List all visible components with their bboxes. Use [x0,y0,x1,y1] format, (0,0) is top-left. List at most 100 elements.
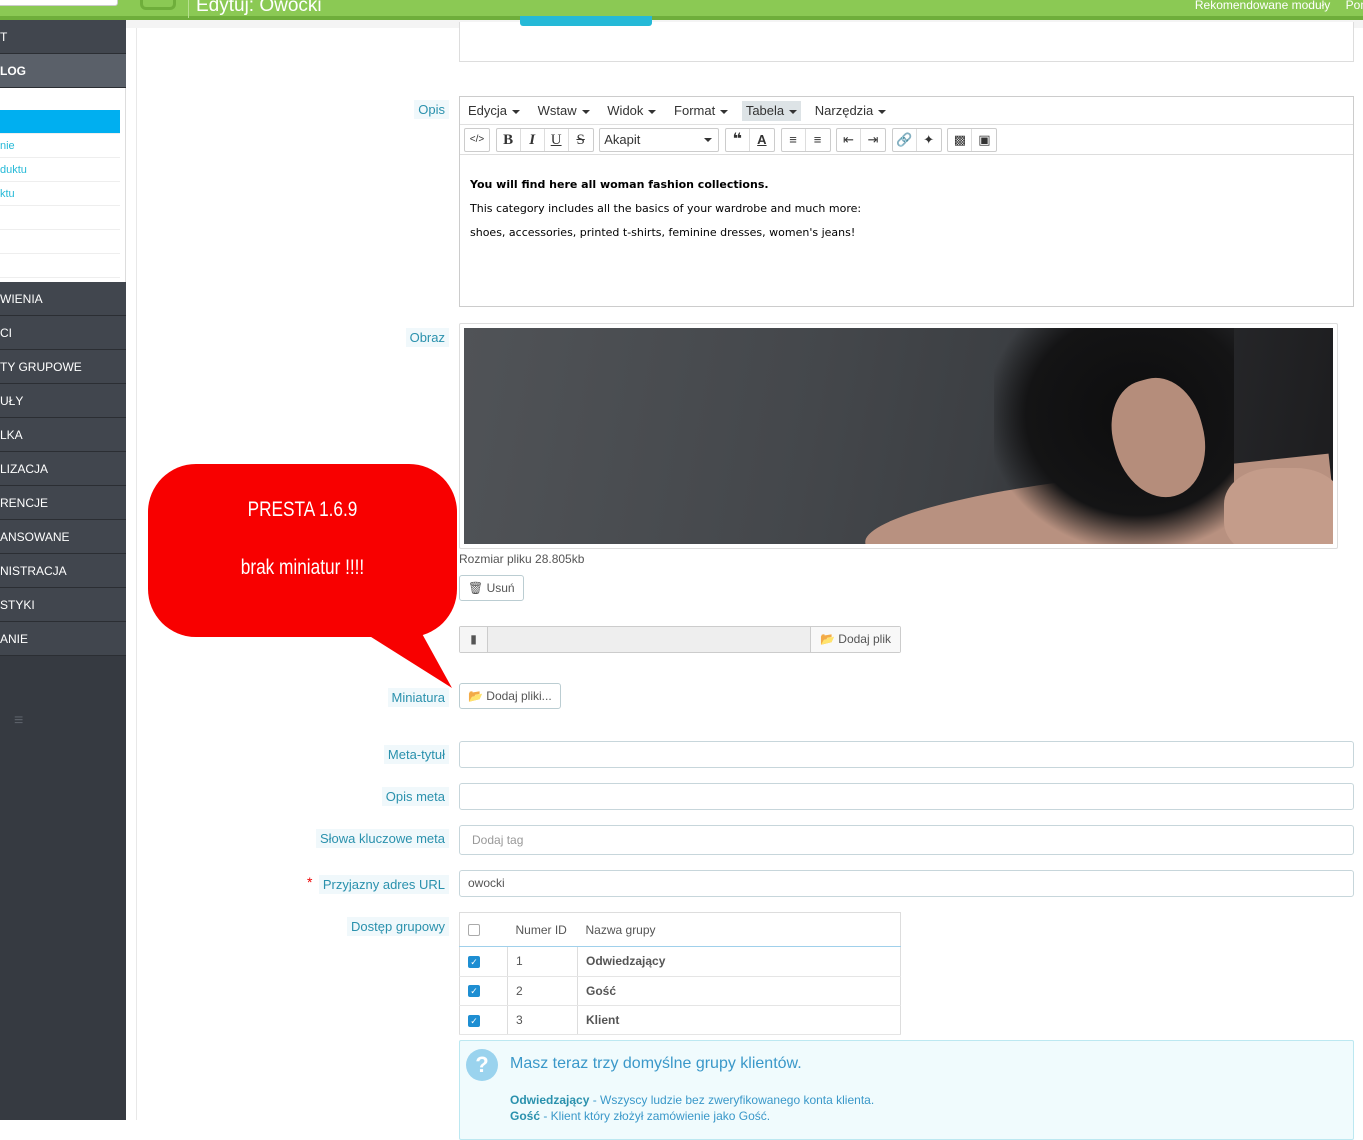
text-color-icon[interactable]: A [750,129,774,151]
info-line-2: Gość - Klient który złożył zamówienie ja… [510,1109,771,1123]
sidebar-item-localization[interactable]: LIZACJA [0,452,126,486]
caret-down-icon [581,109,590,114]
folder-open-icon: 📂 [468,689,483,703]
label-obraz: Obraz [405,328,449,347]
group-name: Klient [577,1005,901,1036]
submenu-item-4[interactable]: ktu [0,182,120,206]
label-friendly-url: Przyjazny adres URL [318,875,449,894]
annotation-line-2: brak miniatur !!!! [240,556,365,579]
annotation-line-1: PRESTA 1.6.9 [247,498,358,521]
unlink-icon[interactable]: ✦ [917,129,941,151]
menu-tools[interactable]: Narzędzia [811,101,891,121]
annotation-bubble: PRESTA 1.6.9 brak miniatur !!!! [148,464,457,637]
caret-down-icon [720,109,729,114]
recommended-modules-link[interactable]: Rekomendowane moduły [1195,0,1330,12]
indent-icon[interactable]: ⇥ [861,129,885,151]
table-row: ✓ 3 Klient [459,1005,901,1036]
image-upload-field[interactable]: ▮ 📂 Dodaj plik [459,626,901,653]
sidebar-item-administration[interactable]: NISTRACJA [0,554,126,588]
col-header-id: Numer ID [507,912,578,948]
question-icon: ? [466,1049,498,1081]
meta-keywords-input[interactable]: Dodaj tag [459,825,1354,855]
menu-view[interactable]: Widok [603,101,660,121]
folder-open-icon: 📂 [820,632,835,646]
sidebar-item-price-rules[interactable]: TY GRUPOWE [0,350,126,384]
bullet-list-icon[interactable]: ≡ [782,129,806,151]
sidebar-item-stock[interactable]: ANIE [0,622,126,656]
submenu-item-categories[interactable] [0,110,120,134]
info-alert: ? Masz teraz trzy domyślne grupy klientó… [459,1040,1354,1140]
menu-edit[interactable]: Edycja [464,101,524,121]
label-meta-title: Meta-tytuł [383,745,449,764]
numbered-list-icon[interactable]: ≡ [806,129,830,151]
caret-down-icon [704,138,713,142]
info-line-1: Odwiedzający - Wszyscy ludzie bez zweryf… [510,1093,875,1107]
label-group-access: Dostęp grupowy [347,917,449,936]
group-checkbox[interactable]: ✓ [468,956,480,969]
delete-image-button[interactable]: 🗑 Usuń [459,575,524,601]
category-image [464,328,1333,544]
group-checkbox[interactable]: ✓ [468,1014,480,1027]
editor-line-3: shoes, accessories, printed t-shirts, fe… [470,226,856,239]
submenu-item-3[interactable]: duktu [0,158,120,182]
table-header-row: Numer ID Nazwa grupy [459,912,901,948]
blue-button-remnant[interactable] [520,16,652,26]
label-miniatura: Miniatura [387,688,449,707]
group-id: 1 [507,946,578,977]
meta-description-input[interactable] [459,783,1354,810]
image-icon[interactable]: ▣ [972,129,996,151]
blockquote-icon[interactable]: ❝ [726,129,750,151]
source-code-icon[interactable]: </> [465,129,489,151]
sidebar-item-stats[interactable]: STYKI [0,588,126,622]
editor-menubar: Edycja Wstaw Widok Format Tabela Narzędz… [460,97,1353,125]
group-access-table: Numer ID Nazwa grupy ✓ 1 Odwiedzający ✓ … [459,912,901,1036]
sidebar-item-customers[interactable]: CI [0,316,126,350]
friendly-url-input[interactable]: owocki [459,870,1354,897]
previous-field-panel [459,16,1354,62]
menu-insert[interactable]: Wstaw [534,101,594,121]
submenu-item-5[interactable] [0,206,120,230]
sidebar-submenu: nie duktu ktu [0,88,126,282]
menu-table[interactable]: Tabela [741,101,802,121]
outdent-icon[interactable]: ⇤ [837,129,862,151]
menu-format[interactable]: Format [670,101,732,121]
video-icon[interactable]: ▩ [948,129,973,151]
strikethrough-icon[interactable]: S [569,129,593,151]
underline-icon[interactable]: U [545,129,569,151]
meta-title-input[interactable] [459,741,1354,768]
add-thumbnail-files-button[interactable]: 📂 Dodaj pliki... [459,683,561,709]
sidebar-item-shipping[interactable]: LKA [0,418,126,452]
sidebar-item-preferences[interactable]: RENCJE [0,486,126,520]
required-marker: * [307,874,313,890]
sidebar-item-orders[interactable]: WIENIA [0,282,126,316]
menu-lines-icon[interactable]: ≡ [14,712,23,730]
sidebar-item-dashboard[interactable]: T [0,20,126,54]
sidebar-item-modules[interactable]: UŁY [0,384,126,418]
sidebar: T LOG nie duktu ktu WIENIA CI TY GRUPOWE… [0,20,126,1120]
group-checkbox[interactable]: ✓ [468,985,480,998]
add-file-button[interactable]: 📂 Dodaj plik [810,627,900,652]
paragraph-format-select[interactable]: Akapit [600,129,718,151]
submenu-spacer [0,94,120,110]
rich-text-editor[interactable]: Edycja Wstaw Widok Format Tabela Narzędz… [459,96,1354,307]
italic-icon[interactable]: I [521,129,545,151]
group-name: Gość [577,976,901,1006]
select-all-checkbox[interactable] [468,924,480,937]
table-row: ✓ 2 Gość [459,976,901,1006]
sidebar-item-advanced[interactable]: ANSOWANE [0,520,126,554]
editor-content[interactable]: You will find here all woman fashion col… [460,155,1353,245]
bold-icon[interactable]: B [497,129,521,151]
file-size-text: Rozmiar pliku 28.805kb [459,552,585,566]
group-name: Odwiedzający [577,946,901,977]
submenu-item-7[interactable] [0,254,120,278]
sidebar-item-catalog[interactable]: LOG [0,54,126,88]
submenu-item-6[interactable] [0,230,120,254]
link-icon[interactable]: 🔗 [893,129,917,151]
caret-down-icon [512,109,521,114]
submenu-item-2[interactable]: nie [0,134,120,158]
search-input[interactable] [0,0,118,6]
help-link[interactable]: Pomoc [1346,0,1363,12]
col-header-name: Nazwa grupy [577,912,901,948]
group-id: 2 [507,976,578,1006]
category-image-frame [459,323,1338,549]
